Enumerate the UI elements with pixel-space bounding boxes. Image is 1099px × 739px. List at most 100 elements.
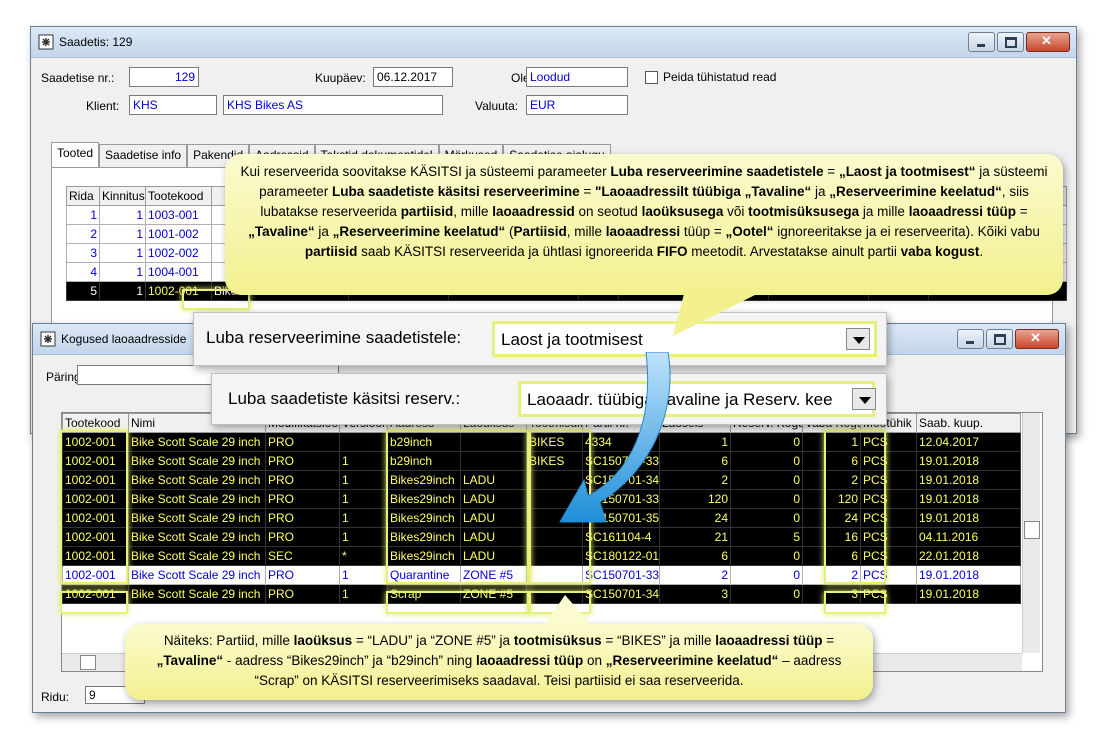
param-manual-reservation-label: Luba saadetiste käsitsi reserv.: bbox=[228, 389, 461, 408]
chevron-down-icon[interactable] bbox=[846, 328, 870, 350]
tab-tooted[interactable]: Tooted bbox=[51, 142, 100, 168]
cell: 6 bbox=[802, 451, 861, 471]
currency-field[interactable]: EUR bbox=[526, 95, 628, 115]
scroll-thumb[interactable] bbox=[80, 655, 96, 670]
callout-text: partiisid bbox=[400, 204, 454, 219]
callout-text: meetodit. Arvestatakse ainult partii bbox=[687, 244, 901, 259]
callout-text: „Tavaline“ bbox=[156, 653, 224, 668]
cell: LADU bbox=[460, 489, 527, 509]
col-12[interactable]: Saab. kuup. bbox=[916, 413, 1021, 433]
cell: Bike Scott Scale 29 inch bbox=[128, 565, 266, 585]
cell: 1002-001 bbox=[62, 546, 129, 566]
cell: Bikes29inch bbox=[387, 470, 461, 490]
cell: Bike Scott Scale 29 inch bbox=[128, 489, 266, 509]
cell: Bikes29inch bbox=[387, 527, 461, 547]
cell: Bikes29inch bbox=[387, 489, 461, 509]
col-0[interactable]: Tootekood bbox=[62, 413, 129, 433]
cell: 0 bbox=[730, 432, 803, 452]
cell: 24 bbox=[802, 508, 861, 528]
window-title: Saadetis: 129 bbox=[59, 35, 133, 49]
cell: 1 bbox=[339, 584, 388, 604]
hide-cancelled-checkbox[interactable] bbox=[645, 71, 658, 84]
col-tootekood[interactable]: Tootekood bbox=[145, 186, 212, 206]
callout-text: laoaadressi tüüp bbox=[908, 204, 1016, 219]
callout-text: tootmisüksusega bbox=[748, 204, 860, 219]
date-label: Kuupäev: bbox=[315, 71, 366, 85]
maximize-button[interactable] bbox=[997, 32, 1024, 52]
callout-text: - aadress “Bikes29inch” ja “b29inch” nin… bbox=[223, 653, 476, 668]
cell: PCS bbox=[860, 432, 917, 452]
cell: PRO bbox=[265, 527, 340, 547]
cell: LADU bbox=[460, 527, 527, 547]
table-row[interactable]: 1002-001 Bike Scott Scale 29 inch PRO 1 Quar… bbox=[62, 565, 1021, 585]
callout-text: laoüksusega bbox=[641, 204, 724, 219]
cell: 2 bbox=[802, 565, 861, 585]
cell: 1 bbox=[339, 470, 388, 490]
minimize-button[interactable] bbox=[957, 329, 984, 349]
callout-text: ignoreeritakse ja ei reserveerita). Kõik… bbox=[773, 224, 1040, 239]
callout-text: , mille bbox=[566, 224, 606, 239]
cell: 16 bbox=[802, 527, 861, 547]
callout-text: = bbox=[822, 633, 835, 648]
cell: 5 bbox=[730, 527, 803, 547]
cell: 2 bbox=[659, 565, 731, 585]
callout-text: ja bbox=[811, 184, 830, 199]
callout-text: tüüp = bbox=[680, 224, 726, 239]
maximize-button[interactable] bbox=[986, 329, 1013, 349]
cell: LADU bbox=[460, 508, 527, 528]
tab-saadetise-info[interactable]: Saadetise info bbox=[99, 144, 188, 168]
callout-text: „Laost ja tootmisest“ bbox=[838, 164, 976, 179]
chevron-down-icon[interactable] bbox=[852, 388, 876, 410]
callout-text: on seotud bbox=[574, 204, 642, 219]
callout-text: on bbox=[583, 653, 606, 668]
pointer-arrow bbox=[559, 352, 671, 523]
callout-text: laoaadressi tüüp bbox=[475, 653, 584, 668]
param-reservation-label: Luba reserveerimine saadetistele: bbox=[206, 328, 462, 347]
cell: 22.01.2018 bbox=[916, 546, 1021, 566]
cell: b29inch bbox=[387, 432, 461, 452]
shipment-number-field[interactable]: 129 bbox=[129, 67, 199, 87]
client-code-field[interactable]: KHS bbox=[129, 95, 217, 115]
col-kinnitus[interactable]: Kinnitus bbox=[99, 186, 146, 206]
cell bbox=[339, 432, 388, 452]
close-button[interactable] bbox=[1026, 32, 1070, 52]
callout-text: = bbox=[1015, 204, 1028, 219]
callout-text: või bbox=[723, 204, 749, 219]
minimize-button[interactable] bbox=[968, 32, 995, 52]
callout-text: . bbox=[979, 244, 984, 259]
app-icon bbox=[40, 331, 56, 347]
cell: 1002-001 bbox=[62, 527, 129, 547]
callout-text: „Reserveerimine keelatud“ bbox=[605, 653, 779, 668]
shipment-titlebar[interactable]: Saadetis: 129 bbox=[31, 27, 1076, 58]
callout-text: saab KÄSITSI reserveerida ja ühtlasi ign… bbox=[357, 244, 657, 259]
row-count-label: Ridu: bbox=[41, 690, 70, 704]
cell: PCS bbox=[860, 489, 917, 509]
cell: b29inch bbox=[387, 451, 461, 471]
window-title: Kogused laoaadresside bbox=[61, 332, 187, 346]
cell: PCS bbox=[860, 508, 917, 528]
cell: PRO bbox=[265, 432, 340, 452]
vertical-scrollbar[interactable] bbox=[1022, 413, 1040, 653]
close-button[interactable] bbox=[1015, 329, 1059, 349]
col-rida[interactable]: Rida bbox=[66, 186, 100, 206]
scroll-thumb[interactable] bbox=[1024, 521, 1040, 539]
cell: 19.01.2018 bbox=[916, 489, 1021, 509]
cell: SC150701-33 bbox=[582, 565, 660, 585]
cell: Bike Scott Scale 29 inch bbox=[128, 432, 266, 452]
cell: 1002-001 bbox=[62, 432, 129, 452]
status-field[interactable]: Loodud bbox=[526, 67, 628, 87]
callout-bottom-tail bbox=[543, 595, 593, 627]
cell: 3 bbox=[802, 584, 861, 604]
cell bbox=[526, 565, 583, 585]
callout-text: „Ootel“ bbox=[725, 224, 774, 239]
date-field[interactable]: 06.12.2017 bbox=[373, 67, 453, 87]
cell: Bike Scott Scale 29 inch bbox=[128, 546, 266, 566]
cell: PCS bbox=[860, 451, 917, 471]
cell: PRO bbox=[265, 565, 340, 585]
client-name-field[interactable]: KHS Bikes AS bbox=[223, 95, 443, 115]
cell: 0 bbox=[730, 565, 803, 585]
callout-text: laoüksus bbox=[293, 633, 353, 648]
cell: 1 bbox=[339, 451, 388, 471]
cell bbox=[460, 432, 527, 452]
cell: 1 bbox=[339, 565, 388, 585]
